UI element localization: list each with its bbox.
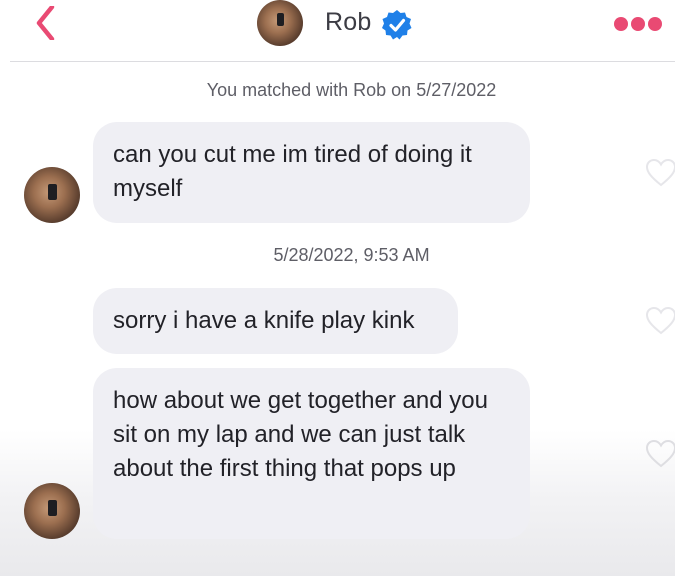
verified-badge-icon bbox=[380, 8, 414, 42]
sender-avatar[interactable] bbox=[24, 483, 80, 539]
chat-screen: Rob You matched with Rob on 5/27/2022 ca… bbox=[0, 0, 675, 576]
header-divider bbox=[10, 61, 675, 62]
more-options-button[interactable] bbox=[613, 14, 663, 34]
message-timestamp: 5/28/2022, 9:53 AM bbox=[273, 245, 430, 265]
message-bubble[interactable]: can you cut me im tired of doing it myse… bbox=[93, 122, 530, 223]
like-heart-icon[interactable] bbox=[645, 439, 675, 469]
message-bubble[interactable]: sorry i have a knife play kink bbox=[93, 288, 458, 354]
like-heart-icon[interactable] bbox=[645, 306, 675, 336]
message-bubble[interactable]: how about we get together and you sit on… bbox=[93, 368, 530, 539]
match-name[interactable]: Rob bbox=[325, 8, 371, 37]
like-heart-icon[interactable] bbox=[645, 158, 675, 188]
chevron-left-icon bbox=[36, 4, 55, 42]
match-note: You matched with Rob on 5/27/2022 bbox=[206, 80, 497, 100]
back-button[interactable] bbox=[30, 4, 64, 42]
more-dots-icon bbox=[614, 17, 662, 31]
sender-avatar[interactable] bbox=[24, 167, 80, 223]
match-avatar[interactable] bbox=[257, 0, 303, 46]
chat-header: Rob bbox=[0, 0, 675, 62]
